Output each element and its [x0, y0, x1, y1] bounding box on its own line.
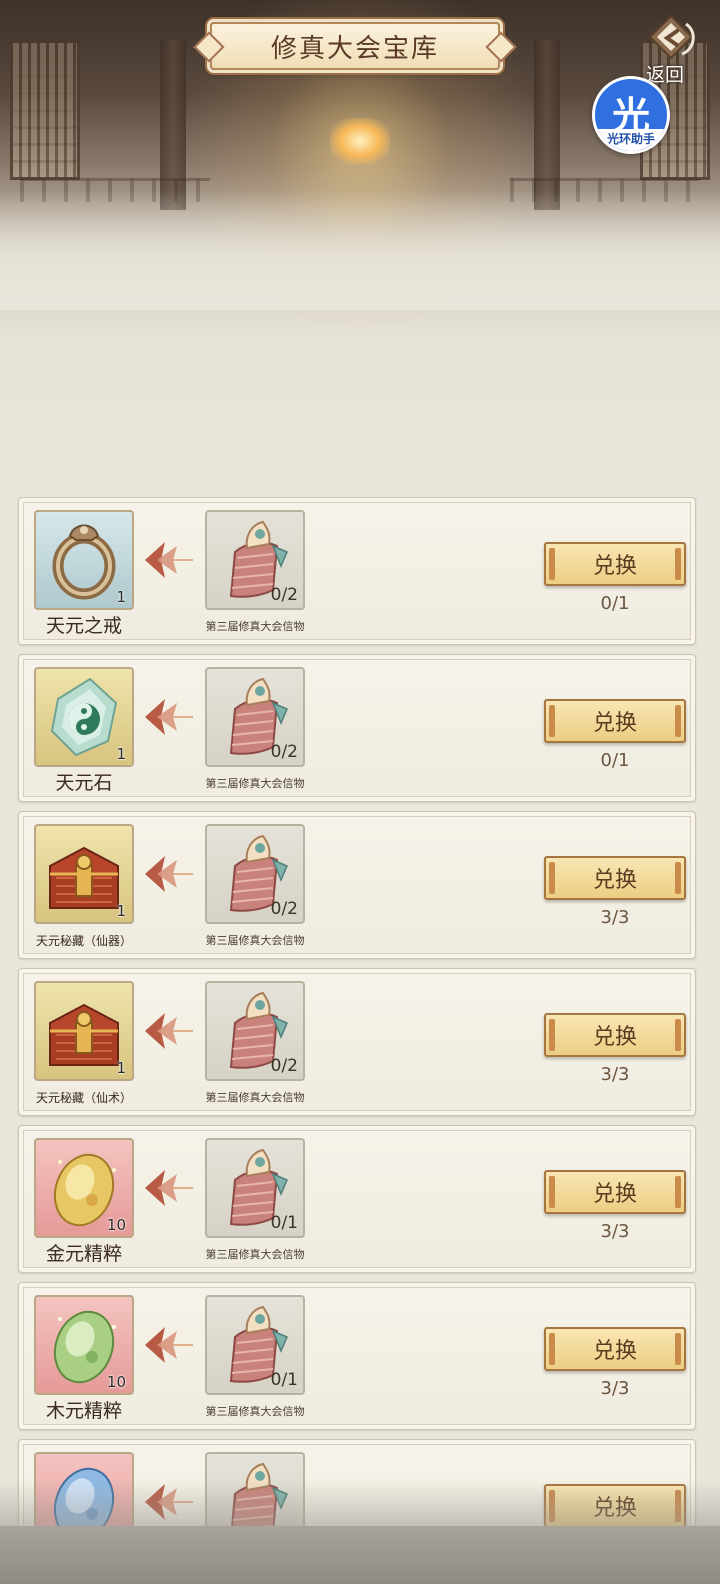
cost-slot[interactable]: 0/1: [205, 1138, 305, 1238]
bottom-bar: [0, 1526, 720, 1584]
reward-count: 10: [106, 1216, 126, 1234]
cost-name: 第三届修真大会信物: [205, 777, 305, 790]
arrow-left-icon: [145, 856, 193, 892]
exchange-label: 兑换: [592, 868, 637, 893]
exchange-limit: 3/3: [600, 907, 630, 928]
exchange-button[interactable]: 兑换: [544, 1013, 686, 1057]
exchange-limit: 3/3: [600, 1378, 630, 1399]
exchange-button[interactable]: 兑换: [544, 856, 686, 900]
page-title: 修真大会宝库: [270, 33, 439, 64]
exchange-button[interactable]: 兑换: [544, 1484, 686, 1528]
arrow-left-icon: [145, 542, 193, 578]
exchange-row: 1 天元石 0/2 第三届修真大会信物 兑换 0/1: [18, 654, 696, 802]
arrow-left-icon: [145, 699, 193, 735]
exchange-label: 兑换: [592, 711, 637, 736]
cost-slot[interactable]: 0/1: [205, 1295, 305, 1395]
reward-slot[interactable]: 10: [34, 1295, 134, 1395]
exchange-row: 10 木元精粹 0/1 第三届修真大会信物 兑换 3/3: [18, 1282, 696, 1430]
reward-count: 1: [116, 588, 126, 606]
cost-slot[interactable]: 0/2: [205, 981, 305, 1081]
reward-count: 1: [116, 902, 126, 920]
exchange-list[interactable]: 1 天元之戒 0/2 第三届修真大会信物 兑换 0/1 1 天元石 0/2 第三…: [18, 497, 696, 1584]
arrow-left-icon: [145, 1484, 193, 1520]
reward-slot[interactable]: 1: [34, 667, 134, 767]
exchange-limit: 0/1: [600, 593, 630, 614]
cost-slot[interactable]: 0/2: [205, 510, 305, 610]
back-arrow-icon: [648, 14, 695, 60]
reward-name: 天元石: [55, 772, 113, 794]
reward-count: 10: [106, 1373, 126, 1391]
reward-slot[interactable]: 1: [34, 824, 134, 924]
reward-name: 金元精粹: [45, 1243, 122, 1265]
cost-count: 0/2: [270, 1056, 298, 1076]
assistant-button[interactable]: 光 光环助手: [592, 76, 670, 154]
arrow-left-icon: [145, 1013, 193, 1049]
cost-count: 0/2: [270, 585, 298, 605]
cost-count: 0/2: [270, 899, 298, 919]
exchange-label: 兑换: [592, 1339, 637, 1364]
exchange-button[interactable]: 兑换: [544, 1327, 686, 1371]
cost-count: 0/2: [270, 742, 298, 762]
reward-count: 1: [116, 1059, 126, 1077]
cost-name: 第三届修真大会信物: [205, 1248, 305, 1261]
exchange-button[interactable]: 兑换: [544, 699, 686, 743]
exchange-row: 1 天元秘藏（仙术） 0/2 第三届修真大会信物 兑换 3/3: [18, 968, 696, 1116]
exchange-limit: 3/3: [600, 1221, 630, 1242]
assistant-label: 光环助手: [595, 129, 667, 151]
exchange-limit: 3/3: [600, 1064, 630, 1085]
arrow-left-icon: [145, 1327, 193, 1363]
exchange-label: 兑换: [592, 1496, 637, 1521]
hall-window-left: [10, 40, 80, 180]
reward-name: 天元之戒: [45, 615, 122, 637]
cost-count: 0/1: [270, 1370, 298, 1390]
cost-name: 第三届修真大会信物: [205, 934, 305, 947]
exchange-row: 10 金元精粹 0/1 第三届修真大会信物 兑换 3/3: [18, 1125, 696, 1273]
mist-overlay: [0, 190, 720, 310]
exchange-label: 兑换: [592, 1025, 637, 1050]
reward-slot[interactable]: 1: [34, 981, 134, 1081]
reward-name: 天元秘藏（仙器）: [35, 934, 132, 948]
exchange-row: 1 天元之戒 0/2 第三届修真大会信物 兑换 0/1: [18, 497, 696, 645]
exchange-label: 兑换: [592, 1182, 637, 1207]
reward-name: 天元秘藏（仙术）: [35, 1091, 132, 1105]
exchange-button[interactable]: 兑换: [544, 1170, 686, 1214]
exchange-row: 1 天元秘藏（仙器） 0/2 第三届修真大会信物 兑换 3/3: [18, 811, 696, 959]
arrow-left-icon: [145, 1170, 193, 1206]
cost-slot[interactable]: 0/2: [205, 824, 305, 924]
cost-name: 第三届修真大会信物: [205, 1405, 305, 1418]
reward-slot[interactable]: 1: [34, 510, 134, 610]
reward-name: 木元精粹: [45, 1400, 122, 1422]
hall-background: [0, 0, 720, 520]
cost-slot[interactable]: 0/2: [205, 667, 305, 767]
cost-name: 第三届修真大会信物: [205, 1091, 305, 1104]
exchange-label: 兑换: [592, 554, 637, 579]
exchange-limit: 0/1: [600, 750, 630, 771]
exchange-button[interactable]: 兑换: [544, 542, 686, 586]
reward-slot[interactable]: 10: [34, 1138, 134, 1238]
title-banner: 修真大会宝库: [210, 22, 500, 70]
reward-count: 1: [116, 745, 126, 763]
cost-count: 0/1: [270, 1213, 298, 1233]
back-button[interactable]: 返回: [636, 14, 706, 86]
cost-name: 第三届修真大会信物: [205, 620, 305, 633]
altar-glow: [330, 118, 390, 164]
